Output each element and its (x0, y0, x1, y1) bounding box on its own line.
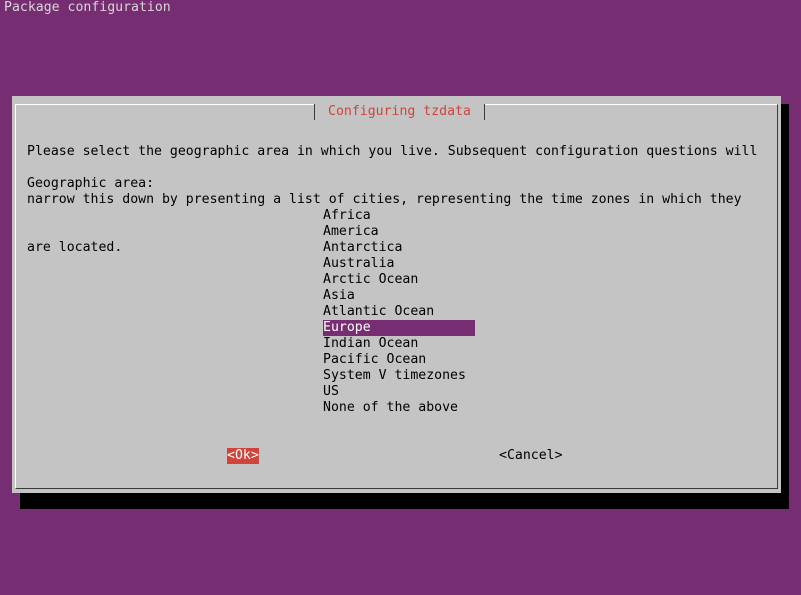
area-option-australia[interactable]: Australia (323, 256, 475, 272)
terminal-title: Package configuration (4, 0, 171, 15)
area-option-africa[interactable]: Africa (323, 208, 475, 224)
tzdata-dialog: Configuring tzdata Please select the geo… (12, 96, 781, 493)
prompt-line: narrow this down by presenting a list of… (27, 192, 742, 207)
area-option-indian-ocean[interactable]: Indian Ocean (323, 336, 475, 352)
area-option-system-v-timezones[interactable]: System V timezones (323, 368, 475, 384)
geographic-area-list[interactable]: Africa America Antarctica Australia Arct… (323, 208, 475, 416)
area-option-arctic-ocean[interactable]: Arctic Ocean (323, 272, 475, 288)
ok-button[interactable]: <Ok> (227, 448, 259, 464)
area-option-asia[interactable]: Asia (323, 288, 475, 304)
cancel-button[interactable]: <Cancel> (499, 448, 563, 464)
area-option-pacific-ocean[interactable]: Pacific Ocean (323, 352, 475, 368)
area-option-europe[interactable]: Europe (323, 320, 475, 336)
geographic-area-label: Geographic area: (27, 176, 155, 191)
prompt-line: Please select the geographic area in whi… (27, 144, 758, 159)
area-option-america[interactable]: America (323, 224, 475, 240)
area-option-us[interactable]: US (323, 384, 475, 400)
area-option-atlantic-ocean[interactable]: Atlantic Ocean (323, 304, 475, 320)
area-option-antarctica[interactable]: Antarctica (323, 240, 475, 256)
area-option-none-of-the-above[interactable]: None of the above (323, 400, 475, 416)
